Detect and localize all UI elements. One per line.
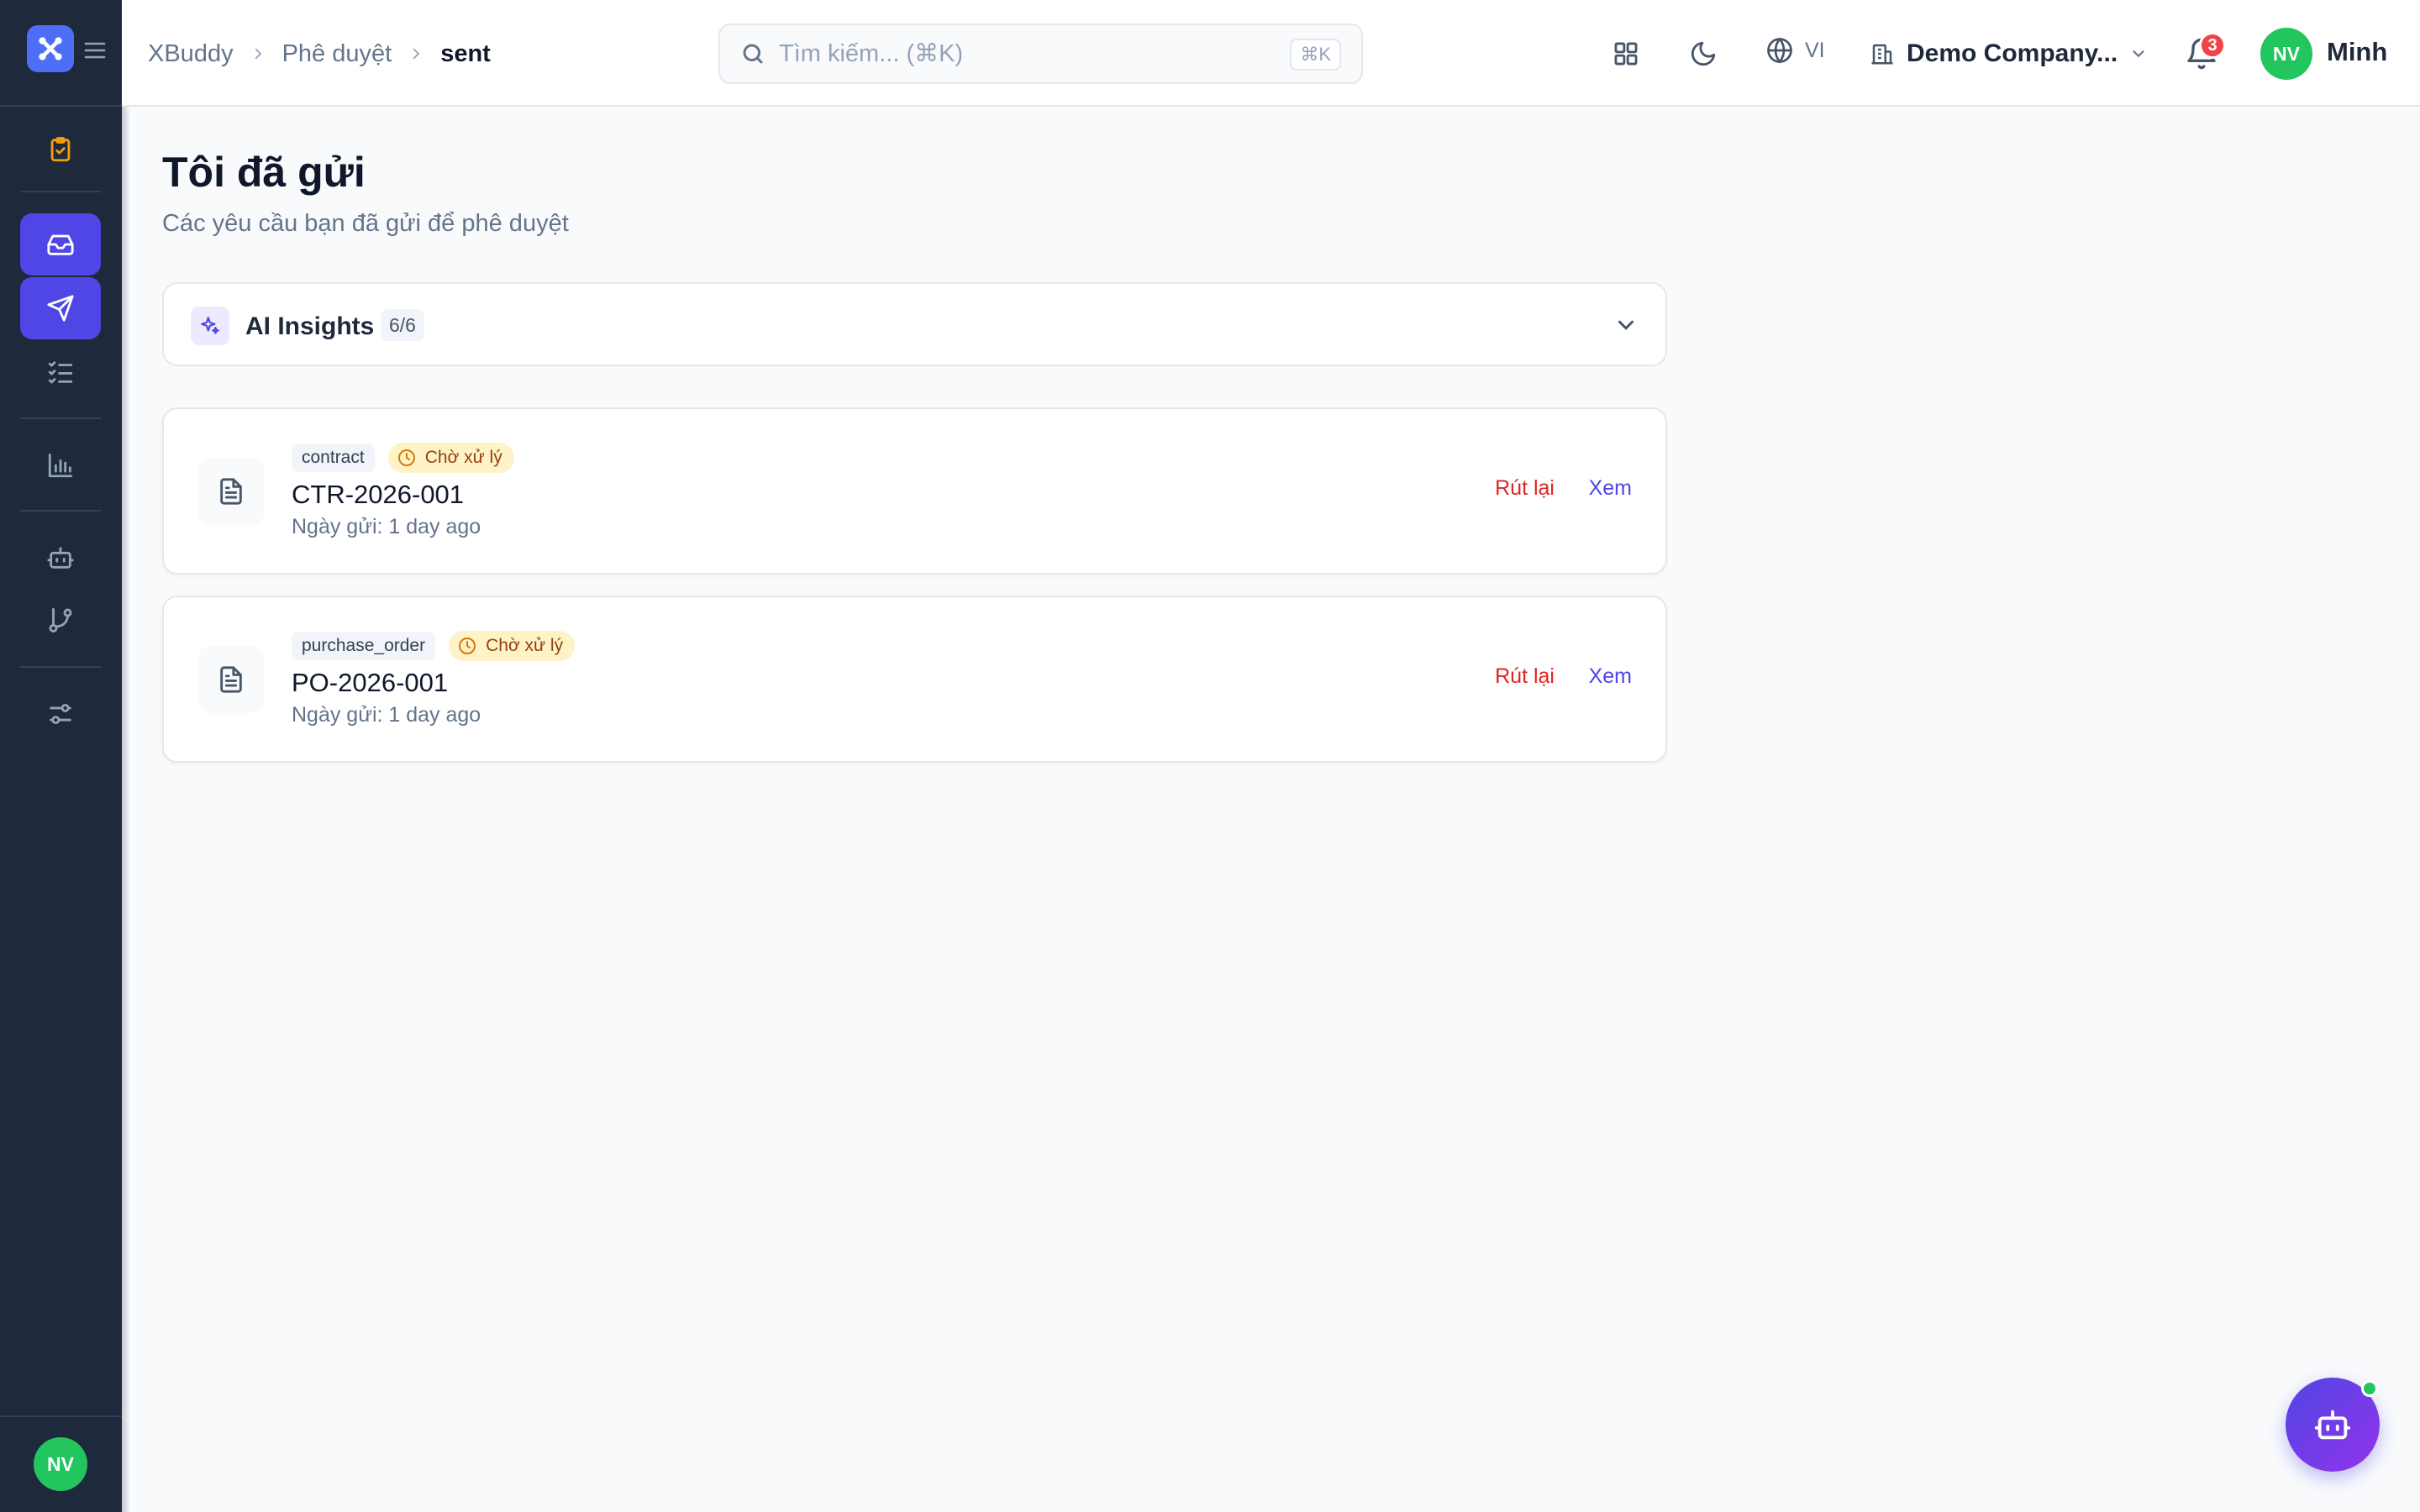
request-code: CTR-2026-001 — [292, 480, 465, 509]
sidebar-item-reports[interactable] — [20, 434, 101, 496]
chevron-right-icon — [250, 46, 266, 61]
view-button[interactable]: Xem — [1589, 664, 1632, 689]
moon-icon — [1691, 41, 1716, 66]
send-icon — [47, 295, 74, 322]
chevron-down-icon[interactable] — [1613, 312, 1639, 338]
clock-icon — [397, 449, 415, 466]
language-label: VI — [1805, 38, 1825, 62]
sidebar-item-sent[interactable] — [20, 277, 101, 339]
status-badge: Chờ xử lý — [387, 443, 514, 473]
view-button[interactable]: Xem — [1589, 476, 1632, 501]
page-title: Tôi đã gửi — [162, 149, 366, 196]
sidebar-header — [0, 0, 122, 107]
sidebar-item-tasks[interactable] — [20, 341, 101, 403]
chevron-right-icon — [408, 46, 424, 61]
bot-icon — [2314, 1410, 2351, 1440]
breadcrumb-root[interactable]: XBuddy — [148, 40, 234, 68]
search-icon — [743, 44, 763, 64]
sidebar-item-approvals[interactable] — [20, 118, 101, 181]
globe-icon — [1767, 38, 1792, 64]
ai-insights-count: 6/6 — [381, 309, 424, 341]
status-label: Chờ xử lý — [424, 448, 502, 467]
inbox-icon — [47, 234, 74, 255]
request-code: PO-2026-001 — [292, 668, 449, 697]
chevron-down-icon — [2133, 50, 2144, 58]
sidebar-footer-divider — [0, 1415, 122, 1417]
grid-icon — [1614, 42, 1638, 66]
company-selector[interactable]: Demo Company... — [1870, 32, 2148, 76]
withdraw-button[interactable]: Rút lại — [1495, 664, 1555, 689]
request-date: Ngày gửi: 1 day ago — [292, 703, 481, 727]
sidebar-item-inbox[interactable] — [20, 213, 101, 276]
app-logo[interactable] — [27, 25, 74, 72]
request-card[interactable]: purchase_order Chờ xử lý PO-2026-001 Ngà… — [162, 596, 1667, 763]
status-badge: Chờ xử lý — [449, 631, 576, 661]
online-indicator — [2361, 1380, 2378, 1397]
sidebar-item-workflow[interactable] — [20, 589, 101, 651]
menu-icon[interactable] — [83, 40, 107, 60]
search-shortcut: ⌘K — [1290, 39, 1341, 71]
clock-icon — [459, 638, 476, 654]
search-input[interactable] — [779, 39, 1249, 68]
sparkles-icon — [191, 307, 229, 345]
user-name[interactable]: Minh — [2327, 37, 2387, 67]
breadcrumb-approvals[interactable]: Phê duyệt — [282, 40, 392, 68]
ai-insights-title: AI Insights — [245, 312, 375, 340]
theme-toggle-button[interactable] — [1686, 37, 1720, 71]
bot-icon — [47, 547, 74, 569]
sidebar-item-bot[interactable] — [20, 527, 101, 589]
avatar[interactable]: NV — [2260, 28, 2312, 80]
company-name: Demo Company... — [1907, 39, 2118, 67]
sidebar-divider — [20, 666, 101, 668]
page-subtitle: Các yêu cầu bạn đã gửi để phê duyệt — [162, 210, 569, 237]
sidebar-item-settings[interactable] — [20, 683, 101, 745]
status-label: Chờ xử lý — [486, 636, 564, 655]
language-switcher[interactable]: VI — [1765, 35, 1825, 66]
apps-button[interactable] — [1609, 37, 1643, 71]
document-icon — [197, 458, 265, 525]
request-tags: purchase_order Chờ xử lý — [292, 631, 576, 661]
sidebar-divider — [20, 510, 101, 512]
ai-insights-panel[interactable]: AI Insights 6/6 — [162, 282, 1667, 366]
request-type-badge: contract — [292, 444, 375, 472]
sidebar-avatar[interactable]: NV — [34, 1437, 87, 1491]
logo-icon — [39, 37, 62, 60]
sidebar: NV — [0, 0, 130, 1512]
document-icon — [197, 646, 265, 713]
request-date: Ngày gửi: 1 day ago — [292, 515, 481, 538]
notification-badge: 3 — [2199, 32, 2226, 59]
request-card[interactable]: contract Chờ xử lý CTR-2026-001 Ngày gửi… — [162, 407, 1667, 575]
sliders-icon — [50, 703, 71, 725]
clipboard-check-icon — [50, 137, 71, 162]
sidebar-divider — [20, 417, 101, 419]
list-checks-icon — [48, 361, 73, 384]
withdraw-button[interactable]: Rút lại — [1495, 476, 1555, 501]
breadcrumb-current: sent — [440, 39, 491, 67]
request-tags: contract Chờ xử lý — [292, 443, 514, 473]
search-box[interactable]: ⌘K — [718, 24, 1363, 84]
sidebar-divider — [20, 191, 101, 192]
building-icon — [1871, 44, 1893, 65]
request-type-badge: purchase_order — [292, 632, 436, 660]
top-bar: XBuddy Phê duyệt sent ⌘K VI — [122, 0, 2420, 107]
bar-chart-icon — [48, 453, 73, 478]
breadcrumb: XBuddy Phê duyệt sent — [148, 37, 491, 71]
git-branch-icon — [49, 607, 72, 633]
